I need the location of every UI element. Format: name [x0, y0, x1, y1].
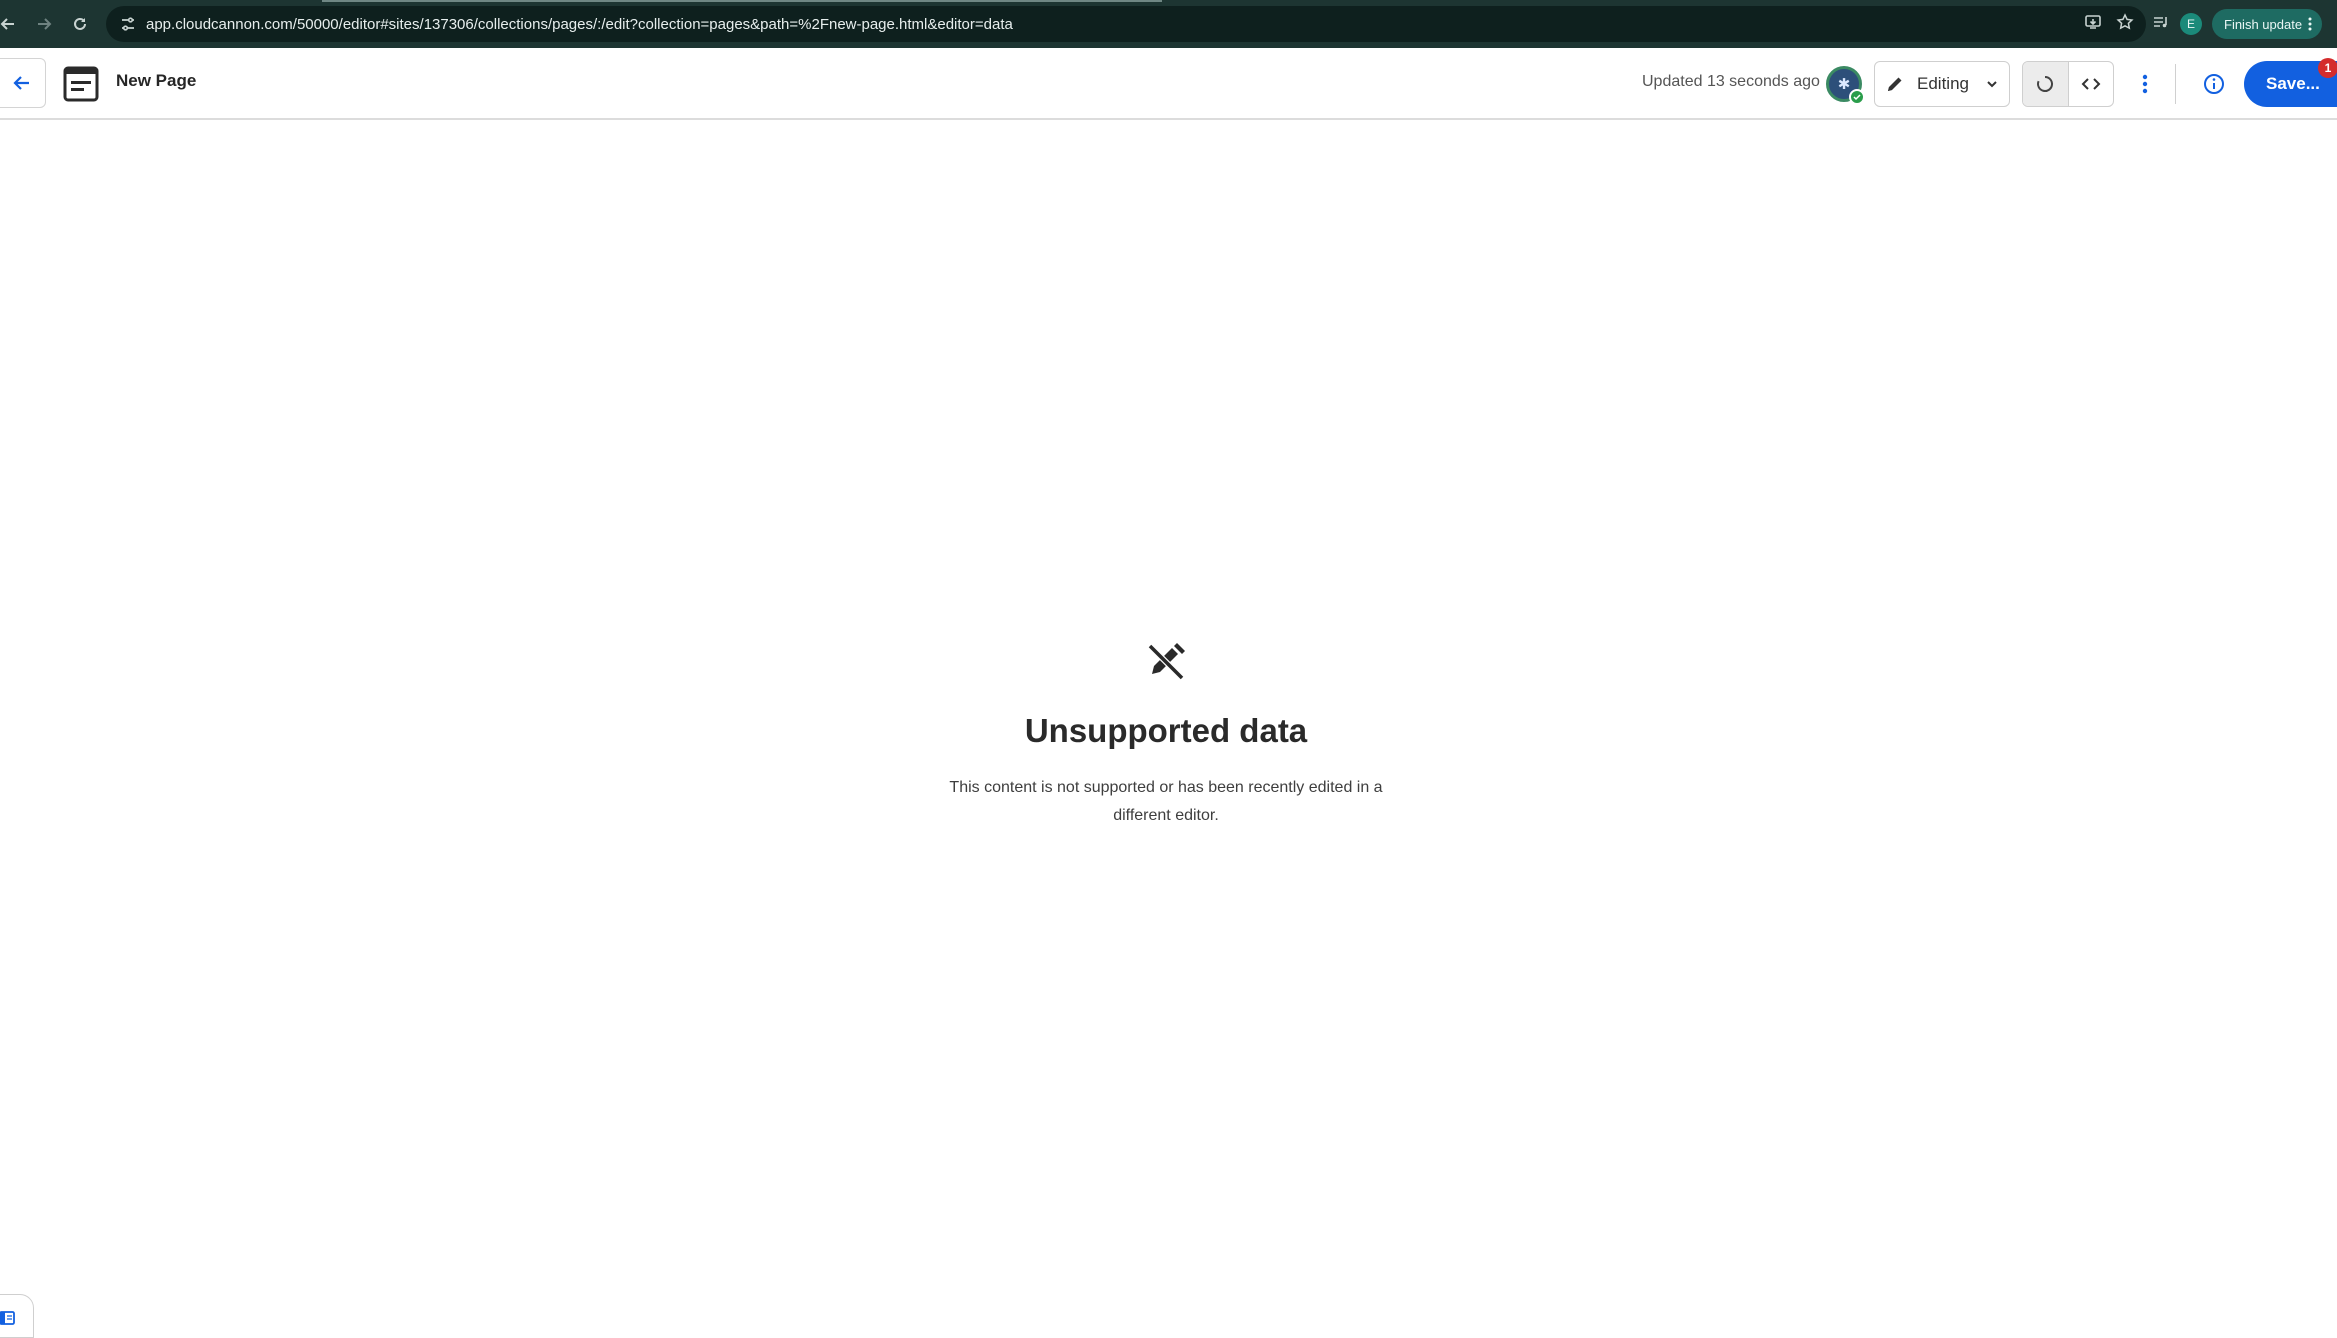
- unsaved-count-badge: 1: [2318, 58, 2337, 78]
- check-icon: [1849, 89, 1865, 105]
- media-icon: [2154, 16, 2167, 27]
- info-icon: [2204, 74, 2224, 94]
- avatar-glyph: ✱: [1837, 76, 1851, 93]
- address-bar[interactable]: app.cloudcannon.com/50000/editor#sites/1…: [106, 6, 2146, 42]
- unsupported-data-message: Unsupported data This content is not sup…: [900, 638, 1432, 830]
- editor-header: New Page Updated 13 seconds ago ✱ Editin…: [0, 48, 2337, 120]
- star-icon: [2116, 12, 2134, 29]
- site-settings-button[interactable]: [110, 6, 146, 42]
- sidebar-icon: [0, 1311, 15, 1325]
- kebab-icon: [2308, 17, 2312, 31]
- arrow-right-icon: [38, 18, 52, 30]
- install-app-button[interactable]: [2084, 13, 2102, 36]
- editing-mode-label: Editing: [1917, 74, 1969, 93]
- active-tab-indicator: [322, 0, 1162, 2]
- visual-view-button[interactable]: [2023, 62, 2069, 106]
- browser-forward-button[interactable]: [26, 6, 62, 42]
- url-text[interactable]: app.cloudcannon.com/50000/editor#sites/1…: [146, 16, 1013, 33]
- info-button[interactable]: [2196, 66, 2232, 102]
- browser-reload-button[interactable]: [62, 6, 98, 42]
- user-avatar[interactable]: ✱: [1826, 66, 1865, 105]
- tune-icon: [122, 17, 134, 31]
- empty-state-description: This content is not supported or has bee…: [949, 779, 1383, 824]
- media-controls-button[interactable]: [2152, 13, 2170, 36]
- empty-state-title: Unsupported data: [1024, 712, 1308, 749]
- browser-toolbar: app.cloudcannon.com/50000/editor#sites/1…: [0, 0, 2337, 48]
- source-view-button[interactable]: [2069, 62, 2114, 106]
- code-icon: [2081, 78, 2101, 90]
- edit-off-icon: [1147, 643, 1185, 681]
- install-icon: [2085, 14, 2101, 29]
- profile-avatar[interactable]: E: [2180, 13, 2202, 35]
- reload-icon: [74, 17, 86, 30]
- pencil-icon: [1888, 77, 1902, 91]
- page-title: New Page: [116, 71, 197, 90]
- back-button[interactable]: [0, 58, 46, 108]
- bookmark-button[interactable]: [2116, 12, 2134, 36]
- arrow-left-icon: [13, 76, 29, 90]
- finish-update-button[interactable]: Finish update: [2212, 9, 2323, 39]
- chevron-down-icon: [1987, 81, 1997, 88]
- arrow-left-icon: [0, 18, 14, 30]
- kebab-icon: [2142, 74, 2148, 94]
- updated-status: Updated 13 seconds ago: [1642, 73, 1820, 90]
- editing-mode-dropdown[interactable]: Editing: [1874, 61, 2010, 107]
- finish-update-label: Finish update: [2224, 16, 2303, 32]
- more-options-button[interactable]: [2130, 66, 2160, 102]
- view-mode-toggle: [2022, 61, 2114, 107]
- sidebar-toggle-button[interactable]: [0, 1294, 34, 1338]
- page-document-icon: [63, 66, 99, 102]
- header-divider: [2175, 64, 2176, 104]
- browser-back-button[interactable]: [0, 6, 26, 42]
- loading-spinner-icon: [2037, 76, 2054, 92]
